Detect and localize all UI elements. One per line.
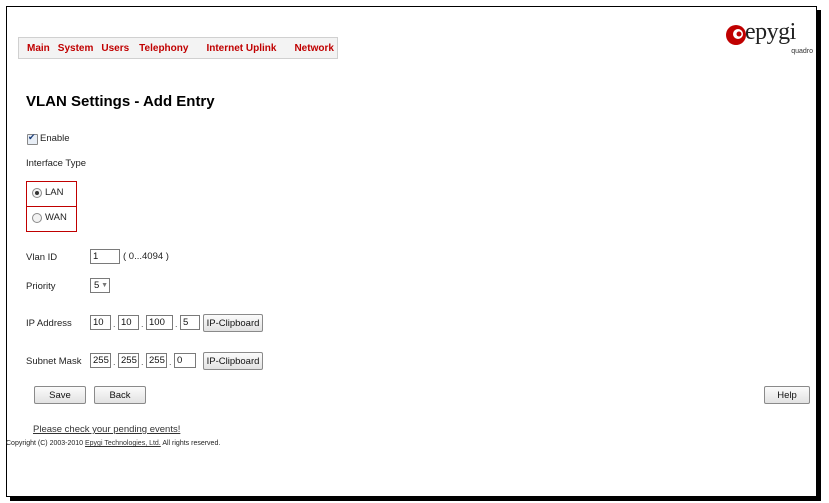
priority-label: Priority [26, 281, 56, 292]
subnet-mask-label: Subnet Mask [26, 356, 82, 367]
ip-dot: . [175, 319, 178, 329]
copyright-prefix: Copyright (C) 2003-2010 [6, 440, 85, 447]
menu-network[interactable]: Network [294, 43, 333, 54]
radio-wan-label: WAN [45, 212, 67, 223]
pending-events-link[interactable]: Please check your pending events! [33, 424, 180, 435]
mask-octet-4[interactable]: 0 [174, 353, 196, 368]
mask-octet-1[interactable]: 255 [90, 353, 111, 368]
logo-wordmark: epygi [745, 19, 796, 45]
radio-wan-box[interactable]: WAN [26, 206, 77, 232]
ip-clipboard-button[interactable]: IP-Clipboard [203, 314, 263, 332]
chevron-down-icon: ▼ [101, 282, 108, 289]
save-button[interactable]: Save [34, 386, 86, 404]
menu-internet-uplink[interactable]: Internet Uplink [206, 43, 276, 54]
menu-telephony[interactable]: Telephony [139, 43, 188, 54]
ip-octet-4[interactable]: 5 [180, 315, 200, 330]
ip-octet-1[interactable]: 10 [90, 315, 111, 330]
radio-lan[interactable] [32, 188, 42, 198]
main-menu: Main System Users Telephony Internet Upl… [18, 37, 338, 59]
logo-swirl-icon [726, 25, 746, 45]
copyright-notice: Copyright (C) 2003-2010 Epygi Technologi… [6, 440, 220, 447]
vlan-id-input[interactable]: 1 [90, 249, 120, 264]
menu-main[interactable]: Main [27, 43, 50, 54]
priority-value: 5 [94, 280, 100, 291]
mask-clipboard-button[interactable]: IP-Clipboard [203, 352, 263, 370]
mask-octet-2[interactable]: 255 [118, 353, 139, 368]
radio-lan-box[interactable]: LAN [26, 181, 77, 207]
ip-dot: . [141, 319, 144, 329]
help-button[interactable]: Help [764, 386, 810, 404]
vlan-id-label: Vlan ID [26, 252, 58, 263]
radio-wan[interactable] [32, 213, 42, 223]
vlan-id-range: ( 0...4094 ) [123, 251, 169, 262]
enable-checkbox[interactable] [27, 132, 38, 145]
epygi-logo: epygi quadro [723, 19, 813, 60]
mask-octet-3[interactable]: 255 [146, 353, 167, 368]
interface-type-label: Interface Type [26, 158, 87, 169]
company-link[interactable]: Epygi Technologies, Ltd. [85, 440, 161, 447]
mask-dot: . [141, 357, 144, 367]
ip-address-label: IP Address [26, 318, 72, 329]
ip-octet-2[interactable]: 10 [118, 315, 139, 330]
menu-system[interactable]: System [58, 43, 94, 54]
enable-label: Enable [40, 133, 70, 144]
radio-lan-label: LAN [45, 187, 64, 198]
page-title: VLAN Settings - Add Entry [26, 93, 215, 110]
logo-subtitle: quadro [791, 48, 813, 55]
priority-select[interactable]: 5 ▼ [90, 278, 110, 293]
mask-dot: . [169, 357, 172, 367]
menu-users[interactable]: Users [101, 43, 129, 54]
back-button[interactable]: Back [94, 386, 146, 404]
ip-dot: . [113, 319, 116, 329]
mask-dot: . [113, 357, 116, 367]
copyright-suffix: All rights reserved. [160, 440, 221, 447]
ip-octet-3[interactable]: 100 [146, 315, 173, 330]
